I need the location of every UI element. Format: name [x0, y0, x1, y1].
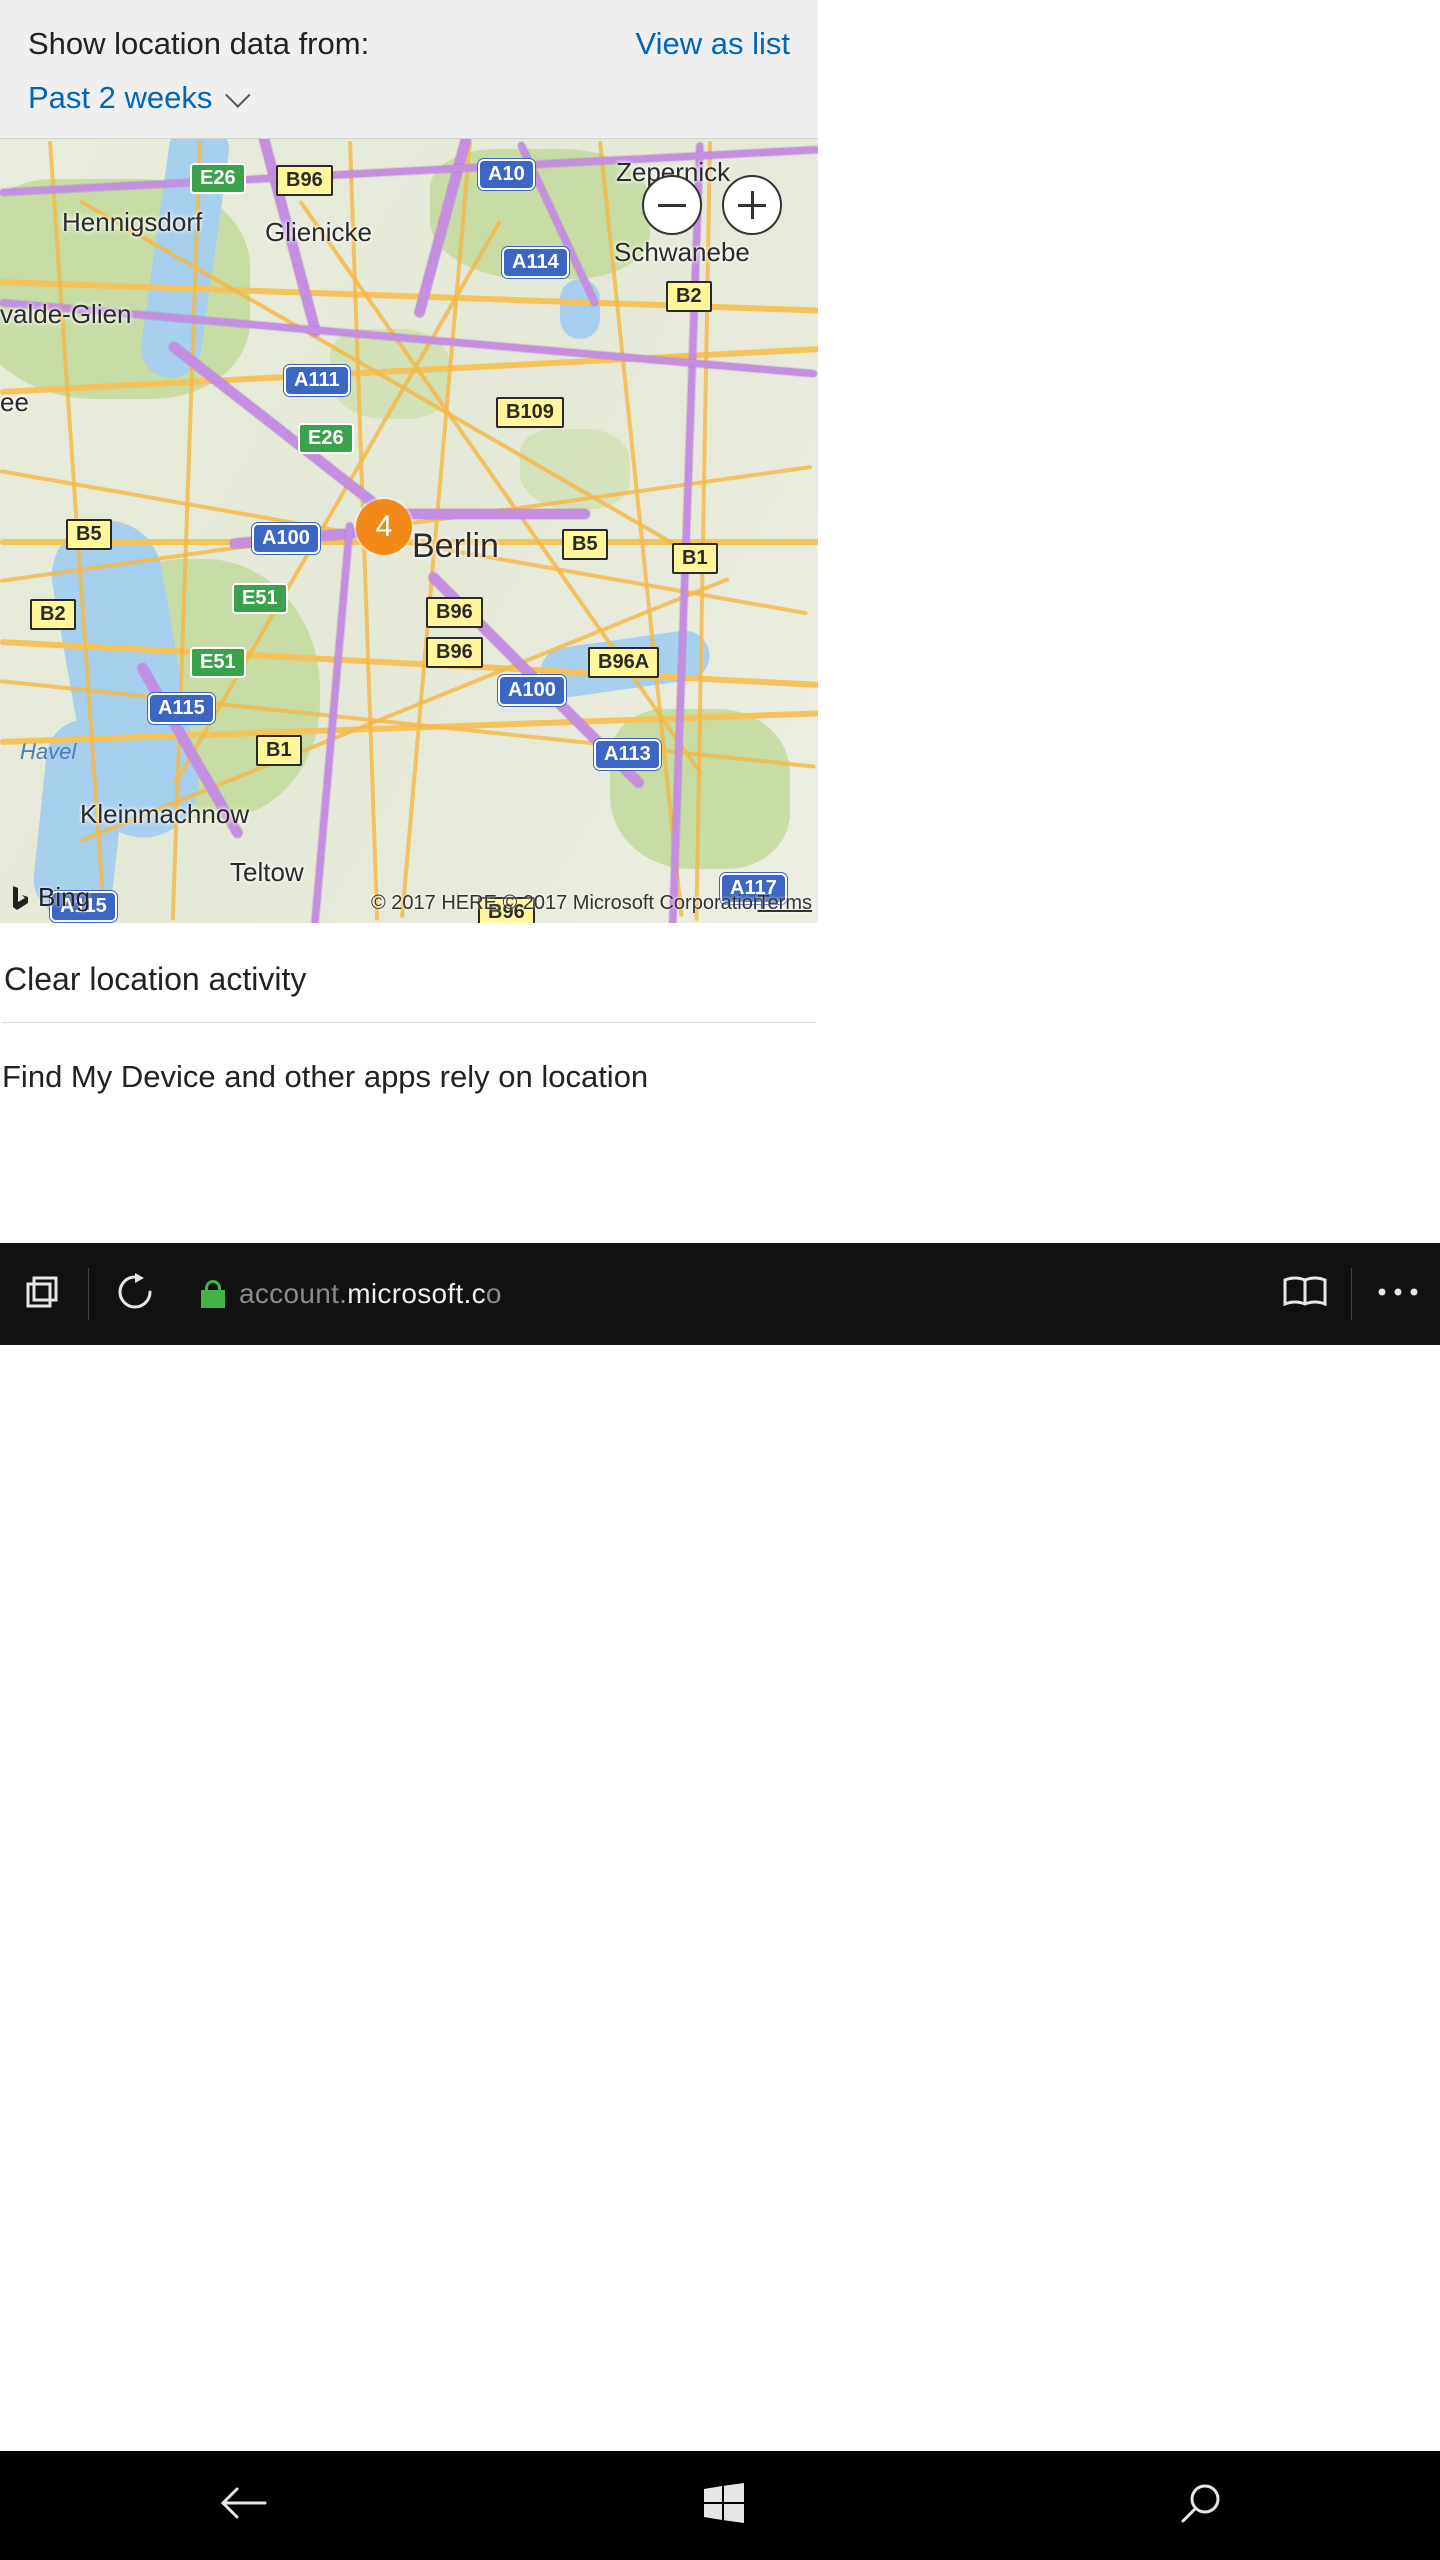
zoom-out-button[interactable]	[642, 175, 702, 235]
minus-icon	[658, 204, 686, 207]
location-map[interactable]: Hennigsdorf Glienicke Zepernick Schwaneb…	[0, 138, 818, 923]
shield-e26-2: E26	[298, 423, 354, 454]
clear-location-activity-link[interactable]: Clear location activity	[2, 961, 816, 998]
shield-b96a: B96A	[588, 647, 659, 678]
shield-a114: A114	[502, 247, 569, 278]
map-label-valde-glien: valde-Glien	[0, 299, 132, 330]
shield-a115: A115	[148, 693, 215, 724]
search-icon[interactable]	[1179, 2481, 1223, 2530]
map-label-teltow: Teltow	[230, 857, 304, 888]
shield-b2-w: B2	[30, 599, 76, 630]
tabs-icon[interactable]	[22, 1272, 62, 1317]
view-as-list-link[interactable]: View as list	[636, 26, 791, 62]
reload-icon[interactable]	[114, 1271, 156, 1318]
shield-b5: B5	[66, 519, 112, 550]
filter-top-row: Show location data from: View as list	[28, 26, 790, 62]
more-icon[interactable]	[1376, 1285, 1420, 1303]
shield-b1-2: B1	[256, 735, 302, 766]
shield-b96: B96	[276, 165, 333, 196]
map-label-glienicke: Glienicke	[265, 217, 372, 248]
time-range-dropdown[interactable]: Past 2 weeks	[28, 80, 790, 116]
map-label-havel: Havel	[20, 739, 76, 765]
bing-icon	[10, 884, 30, 912]
zoom-in-button[interactable]	[722, 175, 782, 235]
shield-b5-2: B5	[562, 529, 608, 560]
map-attribution: © 2017 HERE,© 2017 Microsoft Corporation	[371, 892, 764, 915]
shield-b96-2: B96	[426, 597, 483, 628]
system-nav-bar	[0, 2451, 1440, 2560]
shield-a111: A111	[284, 365, 350, 396]
map-label-hennigsdorf: Hennigsdorf	[62, 207, 202, 238]
filter-panel: Show location data from: View as list Pa…	[0, 0, 818, 138]
shield-e26: E26	[190, 163, 246, 194]
map-label-schwanebeck: Schwanebe	[614, 237, 750, 268]
clear-location-section: Clear location activity	[2, 923, 816, 1023]
url-text: account.microsoft.co	[239, 1278, 502, 1310]
shield-b96-3: B96	[426, 637, 483, 668]
plus-icon-v	[751, 191, 754, 219]
map-terms-link[interactable]: Terms	[758, 892, 812, 915]
shield-a100: A100	[252, 523, 320, 554]
location-cluster-marker[interactable]: 4	[356, 499, 412, 555]
windows-start-icon[interactable]	[702, 2481, 746, 2530]
back-icon[interactable]	[217, 2483, 269, 2528]
bing-logo: Bing	[10, 882, 90, 913]
location-dependency-info: Find My Device and other apps rely on lo…	[0, 1023, 818, 1103]
shield-b1: B1	[672, 543, 718, 574]
lock-icon	[201, 1280, 225, 1308]
reading-view-icon[interactable]	[1281, 1272, 1329, 1317]
shield-b2: B2	[666, 281, 712, 312]
browser-address-bar: account.microsoft.co	[0, 1243, 1440, 1345]
shield-a113: A113	[594, 739, 661, 770]
shield-e51-2: E51	[190, 647, 246, 678]
time-range-label: Past 2 weeks	[28, 80, 212, 116]
shield-b109: B109	[496, 397, 564, 428]
shield-a100-2: A100	[498, 675, 566, 706]
map-label-kleinmachnow: Kleinmachnow	[80, 799, 249, 830]
show-location-label: Show location data from:	[28, 26, 369, 62]
shield-e51: E51	[232, 583, 288, 614]
chevron-down-icon	[225, 82, 250, 107]
url-field[interactable]: account.microsoft.co	[177, 1278, 1263, 1310]
shield-a10: A10	[478, 159, 535, 190]
map-label-ee: ee	[0, 387, 29, 418]
map-label-berlin: Berlin	[412, 527, 499, 566]
bing-label: Bing	[38, 882, 90, 913]
